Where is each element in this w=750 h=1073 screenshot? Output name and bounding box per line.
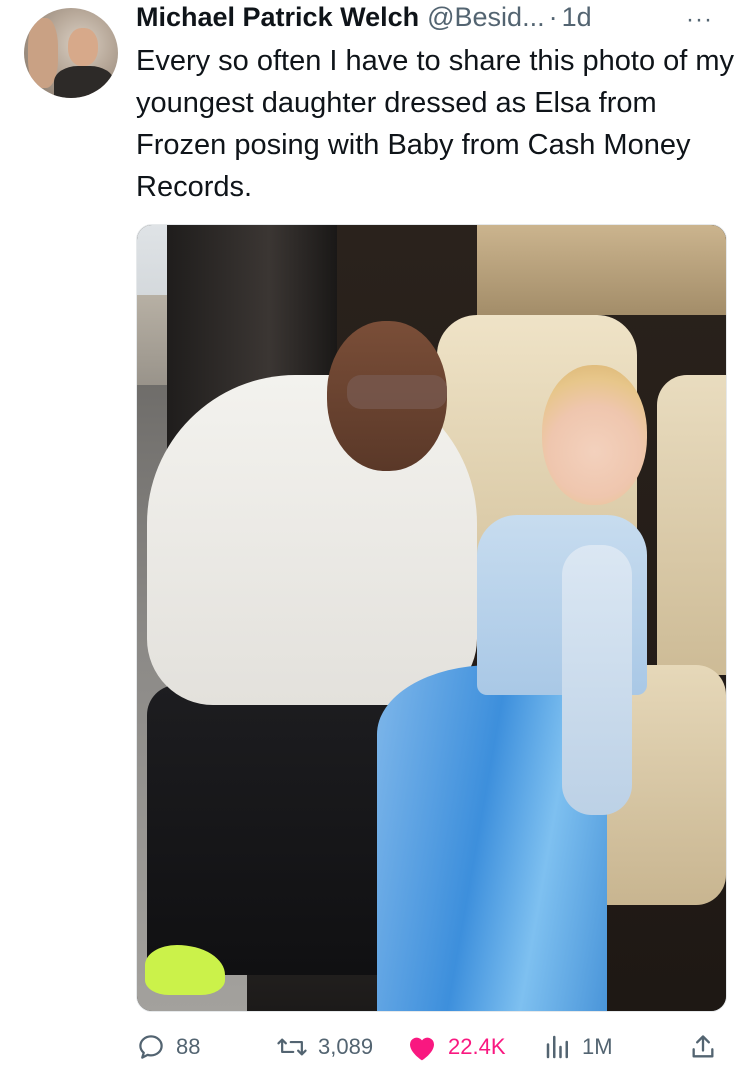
views-icon	[544, 1032, 572, 1062]
author-avatar[interactable]	[24, 8, 118, 98]
repost-count: 3,089	[318, 1034, 374, 1059]
tweet-photo[interactable]	[136, 224, 727, 1012]
like-button[interactable]: 22.4K	[406, 1030, 506, 1064]
like-count: 22.4K	[448, 1034, 506, 1059]
reply-icon	[136, 1032, 166, 1062]
repost-icon	[276, 1032, 308, 1062]
heart-icon	[406, 1032, 438, 1062]
tweet-actions: 88 3,089 22.4K 1M	[136, 1030, 725, 1064]
author-handle[interactable]: @Besid...	[427, 2, 544, 33]
photo-man-sunglasses	[347, 375, 447, 409]
photo-man-pants	[147, 685, 387, 975]
photo-girl-head	[542, 365, 647, 505]
reply-button[interactable]: 88	[136, 1030, 200, 1064]
share-icon	[689, 1032, 717, 1062]
views-count: 1M	[582, 1034, 613, 1059]
avatar-face	[68, 28, 98, 66]
author-name[interactable]: Michael Patrick Welch	[136, 2, 419, 33]
views-button[interactable]: 1M	[544, 1030, 613, 1064]
avatar-shirt	[54, 66, 114, 98]
tweet-header: Michael Patrick Welch @Besid... · 1d	[136, 2, 592, 36]
repost-button[interactable]: 3,089	[276, 1030, 373, 1064]
photo-girl-sleeve	[562, 545, 632, 815]
share-button[interactable]	[689, 1030, 717, 1064]
header-separator: ·	[548, 2, 558, 32]
photo-seat-right	[657, 375, 726, 675]
reply-count: 88	[176, 1034, 201, 1059]
more-options-icon[interactable]: ···	[686, 6, 713, 34]
tweet-text: Every so often I have to share this phot…	[136, 45, 735, 203]
photo-van-ceiling	[477, 225, 726, 315]
tweet-time[interactable]: 1d	[562, 2, 592, 33]
avatar-hand	[28, 18, 58, 88]
